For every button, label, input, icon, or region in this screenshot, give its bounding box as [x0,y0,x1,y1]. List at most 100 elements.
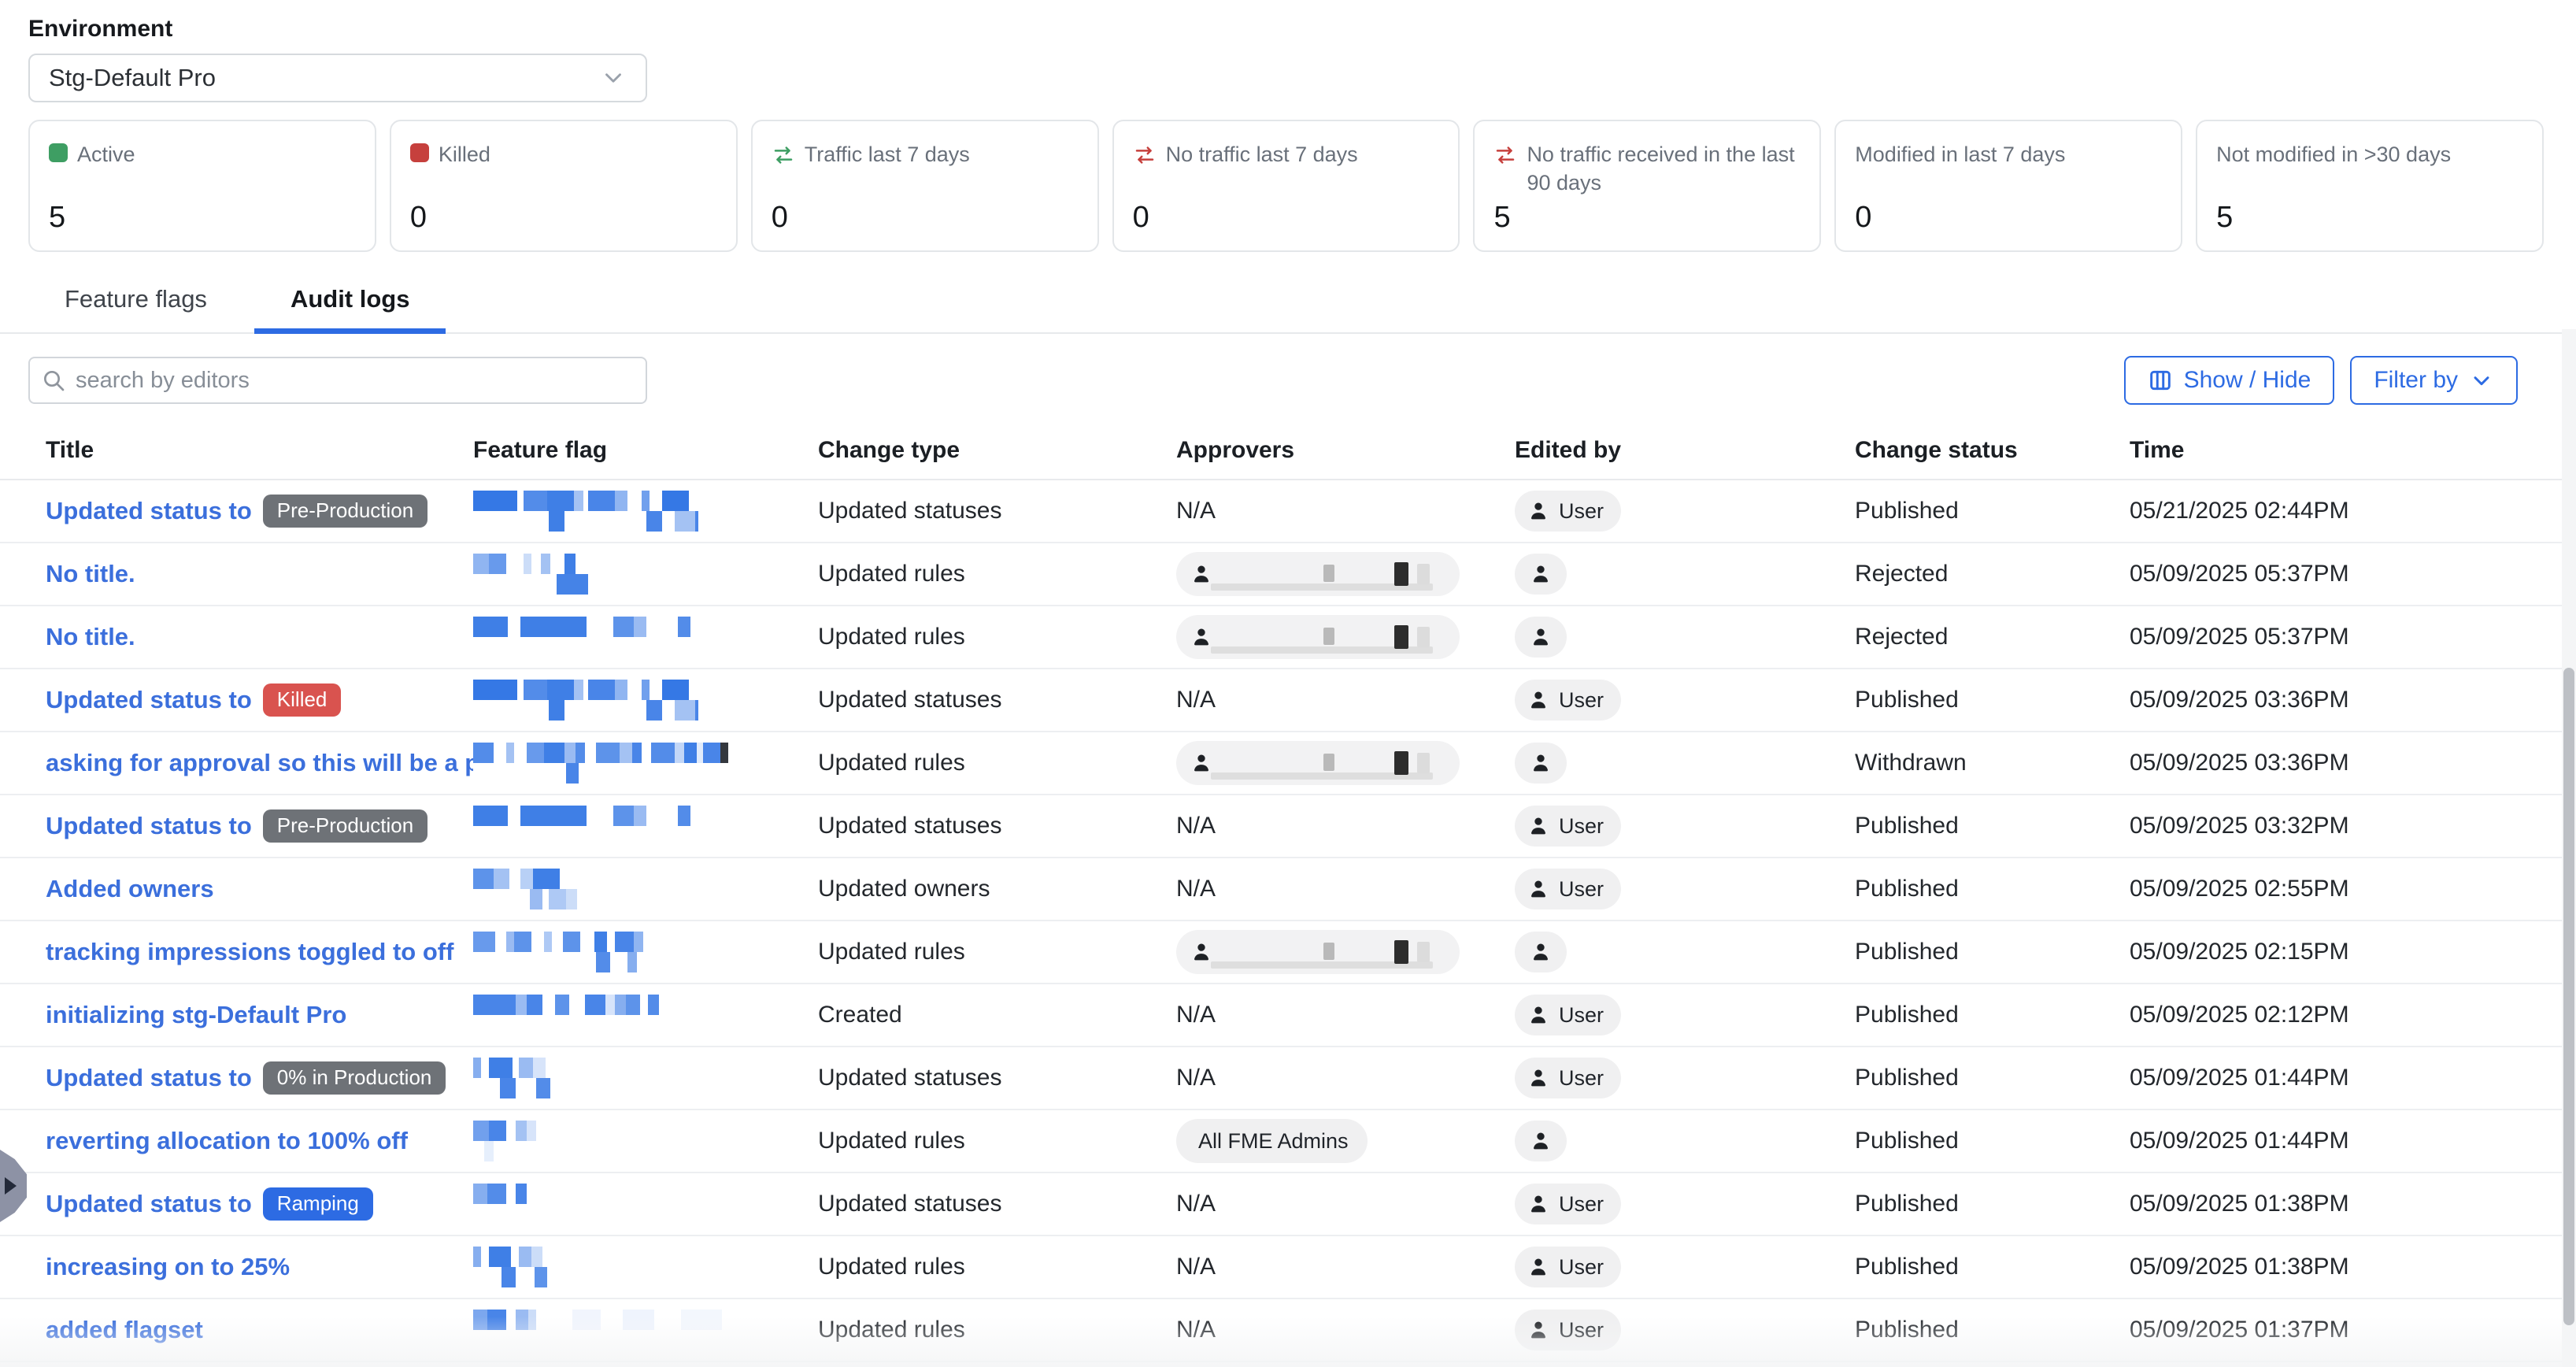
approvers-cell [1176,615,1515,659]
audit-title-link[interactable]: reverting allocation to 100% off [46,1127,408,1155]
approvers-cell: N/A [1176,1254,1515,1280]
feature-flag-redacted [473,553,799,595]
person-icon [1526,1317,1551,1343]
toolbar: Show / Hide Filter by [28,356,2518,405]
audit-title-link[interactable]: asking for approval so this will be a pe [46,749,473,777]
person-icon [1528,1128,1553,1154]
approver-redacted-pill [1176,552,1460,596]
stat-label: Killed [439,140,490,169]
approvers-cell: N/A [1176,498,1515,524]
edited-by-cell: User [1515,1058,1855,1098]
status-badge: 0% in Production [263,1061,446,1095]
audit-title-link[interactable]: initializing stg-Default Pro [46,1001,346,1029]
table-row: tracking impressions toggled to off Upda… [0,921,2576,984]
edited-by-cell [1515,1121,1855,1161]
person-icon [1526,498,1551,524]
change-status-cell: Published [1855,1002,2130,1028]
edited-by-cell [1515,617,1855,658]
change-type-cell: Updated owners [818,876,1176,902]
audit-title-link[interactable]: No title. [46,623,135,651]
editor-user-chip: User [1515,1247,1621,1287]
tab-feature-flags[interactable]: Feature flags [28,276,243,332]
column-header: Approvers [1176,437,1515,464]
show-hide-button[interactable]: Show / Hide [2124,356,2335,405]
feature-flag-redacted [473,1309,799,1351]
environment-select[interactable]: Stg-Default Pro [28,54,647,102]
change-type-cell: Updated statuses [818,498,1176,524]
audit-title-link[interactable]: tracking impressions toggled to off [46,938,453,966]
stat-label: Not modified in >30 days [2216,140,2451,169]
approvers-cell: N/A [1176,813,1515,839]
person-icon [1189,939,1214,965]
audit-title-link[interactable]: Updated status to [46,1064,252,1092]
person-icon [1528,750,1553,776]
column-header: Change type [818,437,1176,464]
approvers-cell [1176,930,1515,974]
edited-by-cell [1515,743,1855,784]
time-cell: 05/09/2025 02:55PM [2130,876,2545,902]
change-status-cell: Rejected [1855,624,2130,650]
approvers-cell: N/A [1176,876,1515,902]
time-cell: 05/09/2025 05:37PM [2130,624,2545,650]
approvers-cell: N/A [1176,1065,1515,1091]
audit-title-link[interactable]: Updated status to [46,812,252,840]
stat-label: No traffic received in the last 90 days [1527,140,1801,197]
status-badge [146,631,175,643]
status-badge [301,1261,329,1273]
time-cell: 05/09/2025 02:12PM [2130,1002,2545,1028]
filter-by-button[interactable]: Filter by [2350,356,2518,405]
time-cell: 05/09/2025 03:36PM [2130,750,2545,776]
stat-icon [410,143,429,162]
table-row: Added owners Updated owners N/A User Pub… [0,858,2576,921]
stat-value: 0 [410,201,717,235]
approvers-cell: All FME Admins [1176,1119,1515,1163]
search-input[interactable] [28,357,647,404]
column-header: Change status [1855,437,2130,464]
change-status-cell: Published [1855,1317,2130,1343]
feature-flag-redacted [473,490,799,532]
search-icon [41,368,66,393]
time-cell: 05/09/2025 03:36PM [2130,687,2545,713]
edited-by-cell: User [1515,995,1855,1035]
person-icon [1526,876,1551,902]
person-icon [1189,750,1214,776]
status-badge: Ramping [263,1187,373,1221]
column-header: Title [46,437,473,464]
change-type-cell: Updated rules [818,1128,1176,1154]
change-type-cell: Created [818,1002,1176,1028]
change-status-cell: Published [1855,1065,2130,1091]
scrollbar-thumb[interactable] [2563,668,2574,1325]
table-row: Updated status to Killed Updated statuse… [0,669,2576,732]
feature-flag-redacted [473,742,799,784]
stat-label: Traffic last 7 days [805,140,970,169]
change-type-cell: Updated statuses [818,813,1176,839]
audit-title-link[interactable]: Updated status to [46,497,252,525]
audit-title-link[interactable]: Updated status to [46,686,252,714]
table-row [0,1362,2576,1367]
change-status-cell: Rejected [1855,561,2130,587]
audit-title-link[interactable]: increasing on to 25% [46,1253,290,1281]
table-header: TitleFeature flagChange typeApproversEdi… [0,422,2576,480]
audit-title-link[interactable]: added flagset [46,1316,203,1344]
edited-by-cell: User [1515,491,1855,532]
table-row: No title. Updated rules Rejected 05/09/2… [0,543,2576,606]
scrollbar-track[interactable] [2562,329,2576,1367]
person-icon [1526,1191,1551,1217]
audit-title-link[interactable]: No title. [46,560,135,588]
feature-flag-redacted [473,994,799,1036]
feature-flag-redacted [473,931,799,973]
approver-redacted-pill [1176,741,1460,785]
edited-by-cell: User [1515,1247,1855,1287]
audit-title-link[interactable]: Added owners [46,875,214,903]
approvers-cell: N/A [1176,1317,1515,1343]
change-type-cell: Updated rules [818,1317,1176,1343]
audit-title-link[interactable]: Updated status to [46,1190,252,1218]
chevron-down-icon [2469,368,2494,393]
change-status-cell: Published [1855,813,2130,839]
editor-user-chip: User [1515,491,1621,532]
approver-redacted-pill [1176,930,1460,974]
stat-card: Active 5 [28,120,376,252]
edited-by-cell: User [1515,680,1855,721]
tab-audit-logs[interactable]: Audit logs [254,276,446,332]
table-row: asking for approval so this will be a pe… [0,732,2576,795]
